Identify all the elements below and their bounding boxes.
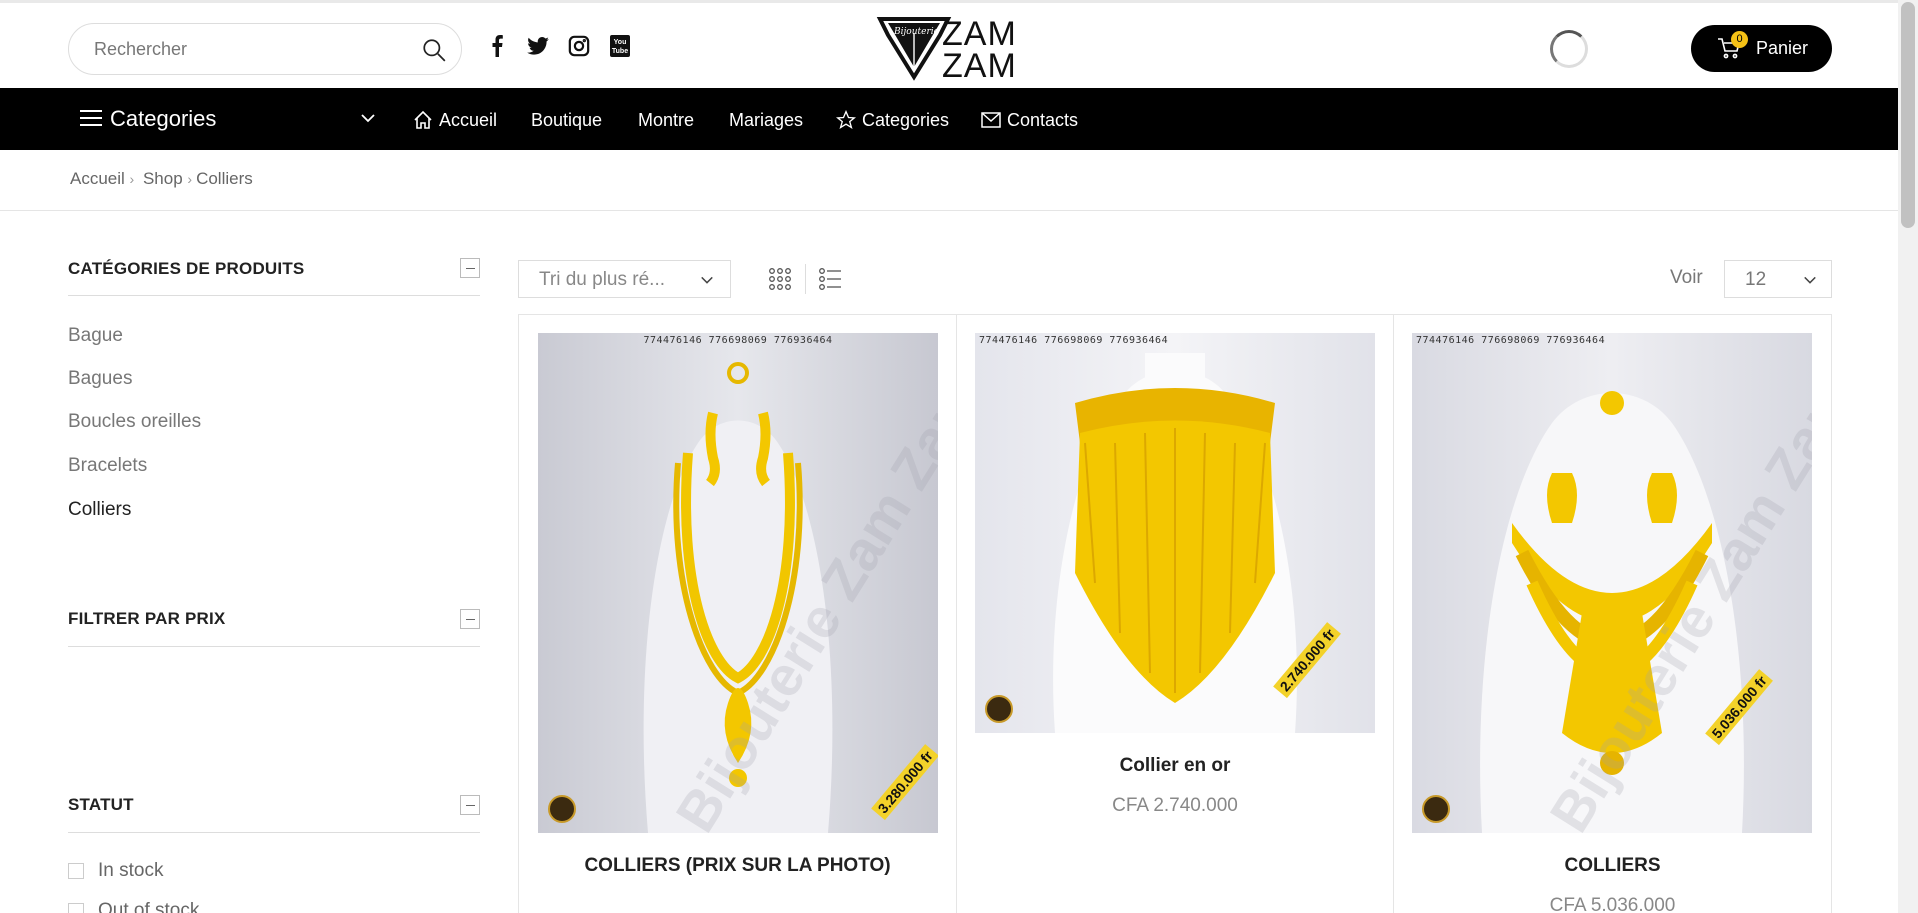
filter-label: In stock <box>98 860 164 881</box>
sort-select[interactable]: Tri du plus ré... <box>518 260 731 298</box>
product-name[interactable]: Collier en or <box>957 755 1393 777</box>
breadcrumb-link-shop[interactable]: Shop <box>143 169 183 188</box>
checkbox[interactable] <box>68 863 84 879</box>
logo-text-bottom: ZAM <box>942 47 1017 85</box>
product-categories-title: CATÉGORIES DE PRODUITS <box>68 259 305 278</box>
cart-label: Panier <box>1756 38 1809 58</box>
nav-item-boutique[interactable]: Boutique <box>531 108 602 132</box>
category-link-bagues[interactable]: Bagues <box>68 368 132 390</box>
envelope-icon <box>981 112 1001 128</box>
product-price: CFA 5.036.000 <box>1549 895 1676 913</box>
nav-item-label: Contacts <box>1007 109 1079 130</box>
hamburger-icon <box>80 110 102 126</box>
collapse-icon[interactable] <box>460 258 480 278</box>
product-grid: 774476146 776698069 776936464 Bijouterie… <box>518 314 1832 913</box>
cart-button[interactable]: 0 Panier <box>1691 25 1832 72</box>
twitter-icon[interactable] <box>525 33 551 59</box>
product-image[interactable]: 774476146 776698069 776936464 2.740.000 … <box>975 333 1375 733</box>
cart-count-badge: 0 <box>1731 31 1748 48</box>
nav-item-contacts[interactable]: Contacts <box>981 108 1078 132</box>
categories-dropdown-toggle[interactable]: Categories <box>80 105 376 133</box>
chevron-right-icon: › <box>129 171 135 187</box>
category-link-colliers[interactable]: Colliers <box>68 499 131 521</box>
photo-phone-numbers: 774476146 776698069 776936464 <box>643 335 833 346</box>
search-icon[interactable] <box>421 37 447 63</box>
breadcrumb: Accueil › Shop › Colliers <box>70 169 257 189</box>
youtube-icon[interactable]: You Tube <box>607 33 633 59</box>
filter-in-stock[interactable]: In stock <box>68 860 163 882</box>
collapse-icon[interactable] <box>460 609 480 629</box>
instagram-icon[interactable] <box>566 33 592 59</box>
chevron-down-icon <box>701 276 713 284</box>
nav-item-label: Accueil <box>439 109 498 130</box>
search-placeholder: Rechercher <box>94 39 188 59</box>
collapse-icon[interactable] <box>460 795 480 815</box>
product-image[interactable]: 774476146 776698069 776936464 Bijouterie… <box>538 333 938 833</box>
site-logo[interactable]: Bijouterie ZAM ZAM <box>874 15 1034 85</box>
nav-item-accueil[interactable]: Accueil <box>413 108 497 132</box>
category-link-bague[interactable]: Bague <box>68 325 123 347</box>
price-filter-title: FILTRER PAR PRIX <box>68 609 226 628</box>
sort-value: Tri du plus ré... <box>539 269 666 290</box>
category-link-bracelets[interactable]: Bracelets <box>68 455 147 477</box>
product-price: CFA 2.740.000 <box>1112 795 1238 816</box>
checkbox[interactable] <box>68 903 84 913</box>
nav-item-label: Montre <box>638 109 695 130</box>
necklace-photo <box>975 333 1375 733</box>
facebook-icon[interactable] <box>484 33 510 59</box>
nav-item-montre[interactable]: Montre <box>638 108 694 132</box>
nav-item-label: Mariages <box>729 109 804 130</box>
chevron-down-icon <box>1804 276 1816 284</box>
nav-item-label: Boutique <box>531 109 603 130</box>
loading-spinner-icon <box>1550 30 1588 68</box>
divider <box>805 264 806 294</box>
per-page-select[interactable]: 12 <box>1724 260 1832 298</box>
product-card[interactable]: 774476146 776698069 776936464 Bijouterie… <box>1393 315 1831 913</box>
scrollbar-thumb[interactable] <box>1901 2 1915 228</box>
list-view-icon[interactable] <box>818 267 842 291</box>
category-link-boucles-oreilles[interactable]: Boucles oreilles <box>68 411 201 433</box>
product-name[interactable]: COLLIERS (PRIX SUR LA PHOTO) <box>519 855 956 877</box>
per-page-value: 12 <box>1745 269 1767 290</box>
status-title: STATUT <box>68 795 134 814</box>
home-icon <box>414 110 432 129</box>
logo-script: Bijouterie <box>894 27 939 37</box>
chevron-right-icon: › <box>187 171 193 187</box>
divider <box>68 295 480 296</box>
product-card[interactable]: 774476146 776698069 776936464 Bijouterie… <box>519 315 956 913</box>
nav-item-categories[interactable]: Categories <box>836 108 949 132</box>
photo-phone-numbers: 774476146 776698069 776936464 <box>979 335 1169 346</box>
nav-item-label: Categories <box>862 109 950 130</box>
breadcrumb-link-accueil[interactable]: Accueil <box>70 169 125 188</box>
svg-text:You: You <box>614 39 627 46</box>
photo-phone-numbers: 774476146 776698069 776936464 <box>1416 335 1606 346</box>
filter-label: Out of stock <box>98 900 200 913</box>
divider <box>68 832 480 833</box>
product-card[interactable]: 774476146 776698069 776936464 2.740.000 … <box>956 315 1393 913</box>
nav-item-mariages[interactable]: Mariages <box>729 108 803 132</box>
site-header: Rechercher You Tube Bijouterie ZAM ZAM 0 … <box>0 0 1898 88</box>
chevron-down-icon <box>361 114 375 123</box>
per-page-label: Voir <box>1670 267 1703 288</box>
categories-toggle-label: Categories <box>110 106 217 131</box>
divider <box>0 210 1898 211</box>
filter-out-of-stock[interactable]: Out of stock <box>68 900 199 913</box>
product-image[interactable]: 774476146 776698069 776936464 Bijouterie… <box>1412 333 1812 833</box>
product-name[interactable]: COLLIERS <box>1394 855 1831 877</box>
svg-text:Tube: Tube <box>612 48 628 55</box>
brand-seal-icon <box>985 695 1013 723</box>
breadcrumb-current: Colliers <box>196 169 253 188</box>
star-icon <box>836 110 856 129</box>
grid-view-icon[interactable] <box>768 267 792 291</box>
brand-seal-icon <box>548 795 576 823</box>
brand-seal-icon <box>1422 795 1450 823</box>
main-nav: Categories Accueil Boutique Montre Maria… <box>0 88 1898 150</box>
search-input[interactable]: Rechercher <box>68 23 462 75</box>
divider <box>68 646 480 647</box>
